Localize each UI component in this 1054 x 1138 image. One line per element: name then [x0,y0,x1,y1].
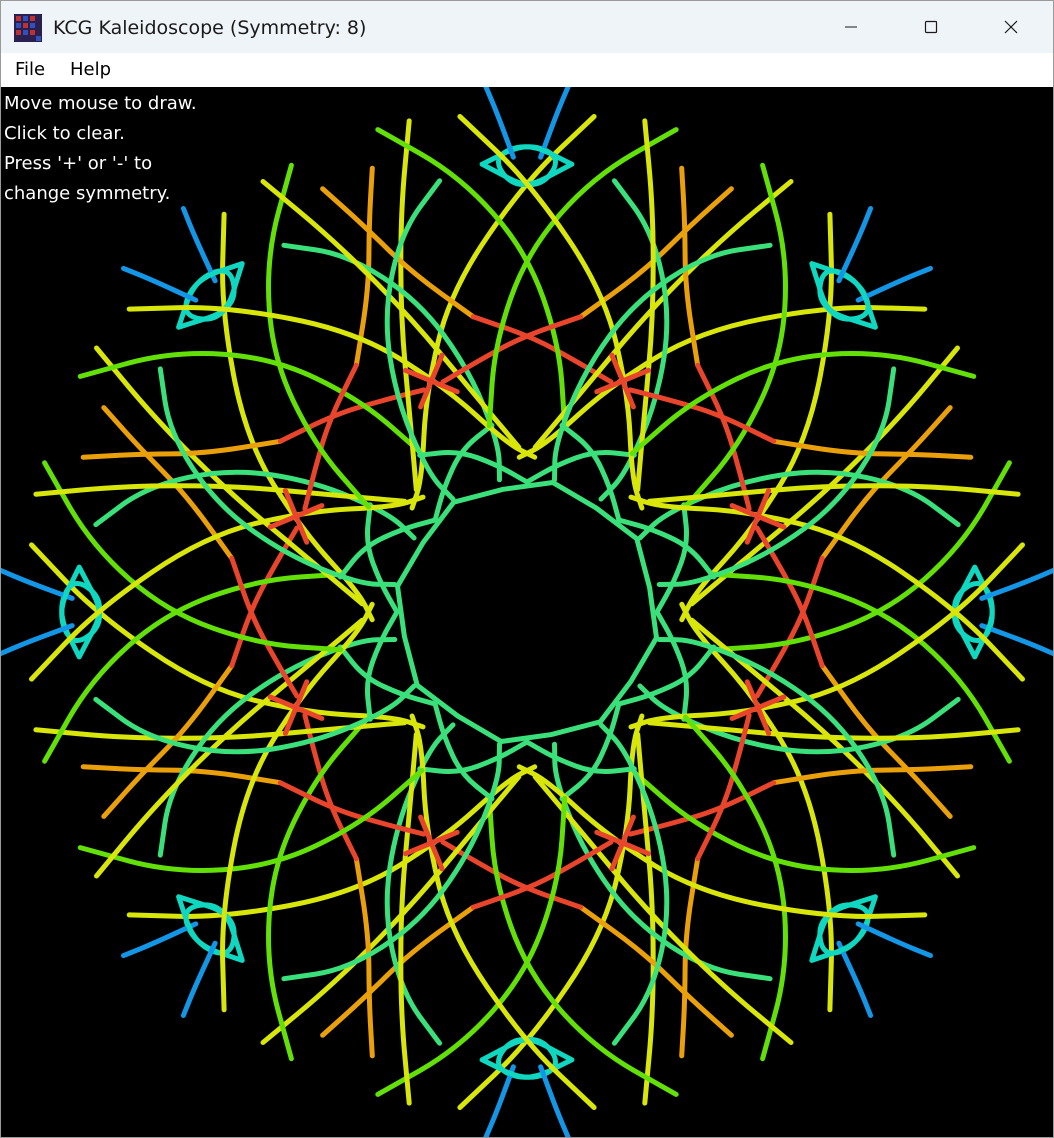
kaleidoscope-stroke [836,940,874,1018]
title-bar[interactable]: KCG Kaleidoscope (Symmetry: 8) [1,1,1053,53]
instruction-line: Press '+' or '-' to [4,153,153,174]
kaleidoscope-stroke [855,921,933,959]
kaleidoscope-stroke [689,617,960,879]
kaleidoscope-stroke [94,617,365,879]
kaleidoscope-stroke [836,206,874,284]
menu-file[interactable]: File [9,53,51,87]
kaleidoscope-stroke [94,345,365,607]
drawing-canvas[interactable]: Move mouse to draw. Click to clear. Pres… [1,87,1053,1137]
kaleidoscope-stroke [180,940,218,1018]
close-icon [1004,20,1018,34]
instructions-text: Move mouse to draw. Click to clear. Pres… [4,89,197,209]
instruction-line: change symmetry. [4,183,171,204]
maximize-icon [924,20,938,34]
kaleidoscope-stroke [532,774,794,1045]
menu-help[interactable]: Help [64,53,117,87]
maximize-button[interactable] [891,1,971,53]
instruction-line: Move mouse to draw. [4,93,197,114]
kaleidoscope-drawing [1,87,1053,1137]
kaleidoscope-stroke [532,179,794,450]
close-button[interactable] [971,1,1051,53]
kaleidoscope-stroke [121,265,199,303]
app-window: KCG Kaleidoscope (Symmetry: 8) File Help… [0,0,1054,1138]
kaleidoscope-app-icon [14,14,42,42]
kaleidoscope-stroke [121,921,199,959]
minimize-button[interactable] [811,1,891,53]
center-ring [394,479,660,745]
kaleidoscope-stroke [689,345,960,607]
kaleidoscope-stroke [260,774,522,1045]
window-title: KCG Kaleidoscope (Symmetry: 8) [53,17,367,39]
instruction-line: Click to clear. [4,123,125,144]
menu-bar: File Help [1,53,1053,87]
kaleidoscope-stroke [855,265,933,303]
kaleidoscope-stroke [180,206,218,284]
minimize-icon [845,26,857,28]
kaleidoscope-stroke [260,179,522,450]
